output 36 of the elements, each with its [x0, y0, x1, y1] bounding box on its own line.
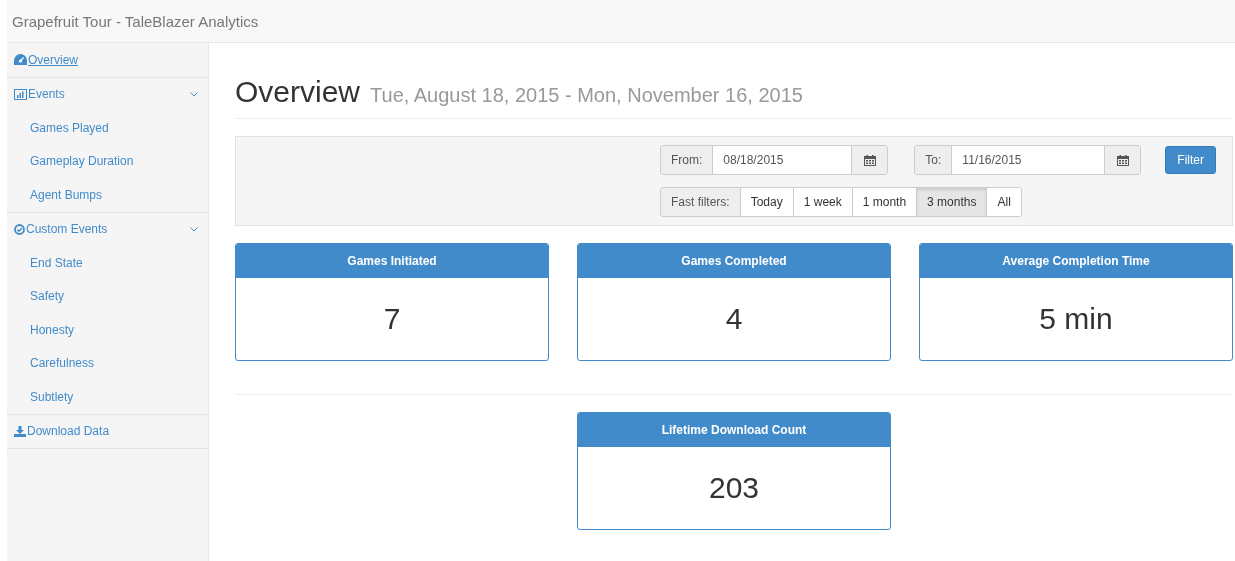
chevron-down-icon — [190, 91, 198, 97]
filter-button[interactable]: Filter — [1165, 146, 1217, 174]
nav-item[interactable]: Events — [7, 77, 208, 111]
fast-filters-label: Fast filters: — [661, 188, 740, 216]
fast-filter-button[interactable]: 3 months — [916, 188, 987, 216]
fast-filter-button[interactable]: All — [986, 188, 1021, 216]
date-range: Tue, August 18, 2015 - Mon, November 16, 2015 — [370, 84, 803, 107]
nav-subitem[interactable]: Subtlety — [7, 380, 208, 414]
nav-subitem[interactable]: Gameplay Duration — [7, 144, 208, 178]
stat-value: 5 min — [1039, 302, 1113, 336]
stat-value: 203 — [709, 471, 760, 505]
nav-item[interactable]: Custom Events — [7, 212, 208, 246]
card-title: Games Completed — [681, 254, 787, 268]
bar-chart-icon — [14, 88, 27, 100]
card-title: Lifetime Download Count — [661, 423, 807, 437]
stat-value: 4 — [725, 302, 743, 336]
nav-subitem[interactable]: Games Played — [7, 111, 208, 145]
app-title: Grapefruit Tour - TaleBlazer Analytics — [12, 12, 259, 30]
nav-item[interactable]: Download Data — [7, 414, 208, 448]
stat-value: 7 — [383, 302, 401, 336]
fast-filter-button[interactable]: Today — [739, 188, 793, 216]
page-title: Overview — [235, 75, 361, 109]
nav-subitem[interactable]: Safety — [7, 279, 208, 313]
fast-filter-button[interactable]: 1 week — [792, 188, 852, 216]
nav-subitem[interactable]: End State — [7, 246, 208, 280]
nav-subitem[interactable]: Honesty — [7, 313, 208, 347]
nav-item[interactable]: Overview — [7, 43, 208, 77]
dashboard-icon — [14, 54, 27, 66]
card-title: Games Initiated — [347, 254, 437, 268]
chevron-down-icon — [190, 226, 198, 232]
fast-filter-button[interactable]: 1 month — [851, 188, 917, 216]
card-title: Average Completion Time — [1002, 254, 1150, 268]
nav-subitem[interactable]: Agent Bumps — [7, 178, 208, 212]
check-circle-icon — [14, 223, 25, 235]
nav-subitem[interactable]: Carefulness — [7, 346, 208, 380]
download-icon — [14, 425, 26, 437]
